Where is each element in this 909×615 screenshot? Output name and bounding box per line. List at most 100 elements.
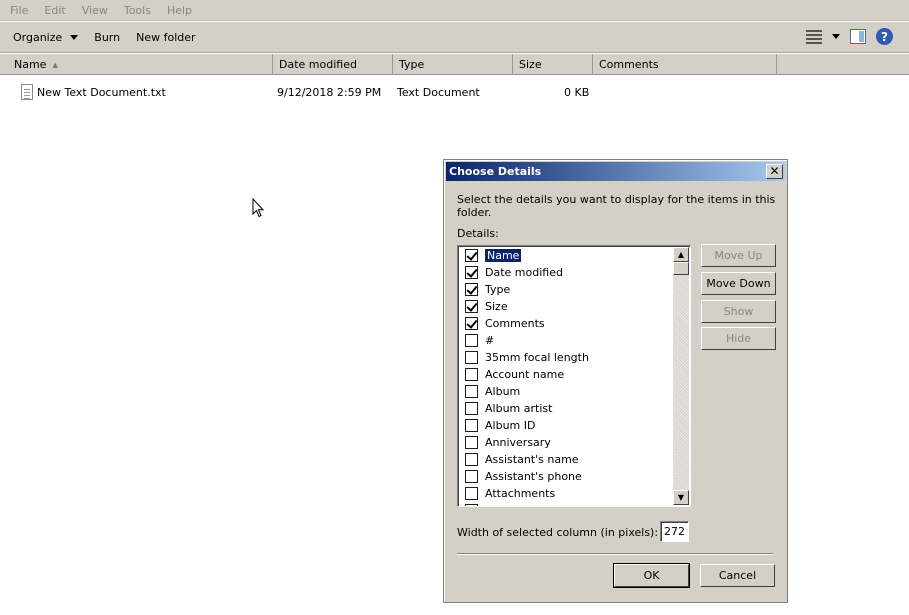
column-header-size[interactable]: Size bbox=[513, 54, 593, 75]
command-bar: Organize Burn New folder ? bbox=[0, 22, 909, 53]
checkbox-unchecked-icon[interactable] bbox=[465, 350, 478, 364]
hide-button[interactable]: Hide bbox=[701, 327, 776, 350]
list-item-35mm-focal-length[interactable]: 35mm focal length bbox=[465, 349, 589, 365]
checkbox-unchecked-icon[interactable] bbox=[465, 333, 478, 347]
column-header-name[interactable]: Name ▲ bbox=[8, 54, 273, 75]
move-up-button[interactable]: Move Up bbox=[701, 244, 776, 267]
move-down-label: Move Down bbox=[706, 277, 771, 290]
list-item-anniversary[interactable]: Anniversary bbox=[465, 434, 551, 450]
close-button[interactable]: ✕ bbox=[766, 164, 783, 179]
checkbox-unchecked-icon[interactable] bbox=[465, 435, 478, 449]
list-item-album-id[interactable]: Album ID bbox=[465, 417, 535, 433]
details-label: Details: bbox=[457, 227, 499, 240]
column-date-label: Date modified bbox=[279, 58, 357, 71]
help-icon[interactable]: ? bbox=[876, 28, 893, 45]
menu-tools[interactable]: Tools bbox=[124, 4, 151, 17]
column-header-date-modified[interactable]: Date modified bbox=[273, 54, 393, 75]
preview-pane-icon[interactable] bbox=[850, 29, 866, 44]
menu-edit[interactable]: Edit bbox=[44, 4, 65, 17]
list-item-label: Comments bbox=[485, 316, 545, 330]
list-item-type[interactable]: Type bbox=[465, 281, 510, 297]
list-item-label: Account name bbox=[485, 367, 565, 381]
burn-button[interactable]: Burn bbox=[94, 31, 120, 44]
choose-details-dialog: Choose Details ✕ Select the details you … bbox=[443, 159, 788, 603]
column-comments-label: Comments bbox=[599, 58, 659, 71]
column-width-input[interactable]: 272 bbox=[660, 521, 689, 542]
checkbox-checked-icon[interactable] bbox=[465, 316, 478, 330]
show-button[interactable]: Show bbox=[701, 300, 776, 323]
column-size-label: Size bbox=[519, 58, 542, 71]
mouse-cursor-icon bbox=[252, 198, 264, 218]
column-name-label: Name bbox=[14, 58, 47, 71]
list-item-label: Date modified bbox=[485, 265, 563, 279]
show-label: Show bbox=[723, 305, 754, 318]
column-header-type[interactable]: Type bbox=[393, 54, 513, 75]
views-dropdown-chevron-icon[interactable] bbox=[832, 34, 840, 39]
checkbox-checked-icon[interactable] bbox=[465, 265, 478, 279]
checkbox-unchecked-icon[interactable] bbox=[465, 452, 478, 466]
list-item-label: # bbox=[485, 333, 495, 347]
chevron-down-icon bbox=[70, 34, 79, 40]
scroll-thumb[interactable] bbox=[673, 262, 689, 275]
dialog-title-bar[interactable]: Choose Details ✕ bbox=[446, 162, 785, 181]
list-item-album-artist[interactable]: Album artist bbox=[465, 400, 552, 416]
file-row[interactable]: New Text Document.txt 9/12/2018 2:59 PM … bbox=[0, 84, 909, 102]
views-icon[interactable] bbox=[806, 29, 822, 44]
menu-help[interactable]: Help bbox=[167, 4, 192, 17]
file-name: New Text Document.txt bbox=[37, 86, 166, 99]
scroll-up-icon[interactable]: ▲ bbox=[673, 247, 689, 262]
list-item-album[interactable]: Album bbox=[465, 383, 520, 399]
list-item-label: Type bbox=[485, 282, 511, 296]
menu-file[interactable]: File bbox=[10, 4, 28, 17]
checkbox-unchecked-icon[interactable] bbox=[465, 418, 478, 432]
new-folder-label: New folder bbox=[136, 30, 196, 44]
ok-label: OK bbox=[643, 569, 660, 582]
list-item-partial bbox=[465, 502, 485, 506]
list-item-label: Album bbox=[485, 384, 521, 398]
list-item-number[interactable]: # bbox=[465, 332, 494, 348]
organize-button[interactable]: Organize bbox=[13, 30, 79, 44]
checkbox-unchecked-icon bbox=[465, 503, 478, 506]
checkbox-checked-icon[interactable] bbox=[465, 248, 478, 262]
checkbox-unchecked-icon[interactable] bbox=[465, 486, 478, 500]
checkbox-checked-icon[interactable] bbox=[465, 299, 478, 313]
column-type-label: Type bbox=[399, 58, 425, 71]
dialog-title: Choose Details bbox=[449, 165, 542, 178]
organize-label: Organize bbox=[13, 30, 63, 44]
divider bbox=[457, 553, 773, 555]
list-item-size[interactable]: Size bbox=[465, 298, 508, 314]
list-item-label: Album artist bbox=[485, 401, 553, 415]
checkbox-unchecked-icon[interactable] bbox=[465, 367, 478, 381]
vertical-scrollbar[interactable]: ▲ ▼ bbox=[673, 247, 689, 505]
list-item-label: Assistant's name bbox=[485, 452, 579, 466]
move-down-button[interactable]: Move Down bbox=[701, 272, 776, 295]
checkbox-unchecked-icon[interactable] bbox=[465, 384, 478, 398]
list-item-account-name[interactable]: Account name bbox=[465, 366, 564, 382]
list-item-date-modified[interactable]: Date modified bbox=[465, 264, 563, 280]
list-item-label: 35mm focal length bbox=[485, 350, 589, 364]
checkbox-unchecked-icon[interactable] bbox=[465, 401, 478, 415]
menu-view[interactable]: View bbox=[82, 4, 108, 17]
dialog-description: Select the details you want to display f… bbox=[457, 193, 776, 219]
column-header-comments[interactable]: Comments bbox=[593, 54, 777, 75]
move-up-label: Move Up bbox=[714, 249, 763, 262]
ok-button[interactable]: OK bbox=[613, 563, 690, 588]
list-item-name[interactable]: Name bbox=[465, 247, 523, 263]
list-item-label: Attachments bbox=[485, 486, 556, 500]
list-item-label: Album ID bbox=[485, 418, 536, 432]
list-item-attachments[interactable]: Attachments bbox=[465, 485, 555, 501]
list-item-assistants-name[interactable]: Assistant's name bbox=[465, 451, 579, 467]
cancel-button[interactable]: Cancel bbox=[700, 564, 775, 587]
list-item-comments[interactable]: Comments bbox=[465, 315, 545, 331]
list-item-label: Assistant's phone bbox=[485, 469, 582, 483]
close-icon: ✕ bbox=[769, 164, 780, 178]
list-item-assistants-phone[interactable]: Assistant's phone bbox=[465, 468, 582, 484]
checkbox-unchecked-icon[interactable] bbox=[465, 469, 478, 483]
menu-bar: File Edit View Tools Help bbox=[0, 0, 909, 21]
new-folder-button[interactable]: New folder bbox=[136, 31, 195, 44]
scroll-down-icon[interactable]: ▼ bbox=[673, 490, 689, 505]
details-listbox[interactable]: Name Date modified Type Size Comments # … bbox=[457, 245, 691, 507]
sort-ascending-icon: ▲ bbox=[52, 60, 58, 69]
text-file-icon bbox=[21, 84, 33, 100]
checkbox-checked-icon[interactable] bbox=[465, 282, 478, 296]
